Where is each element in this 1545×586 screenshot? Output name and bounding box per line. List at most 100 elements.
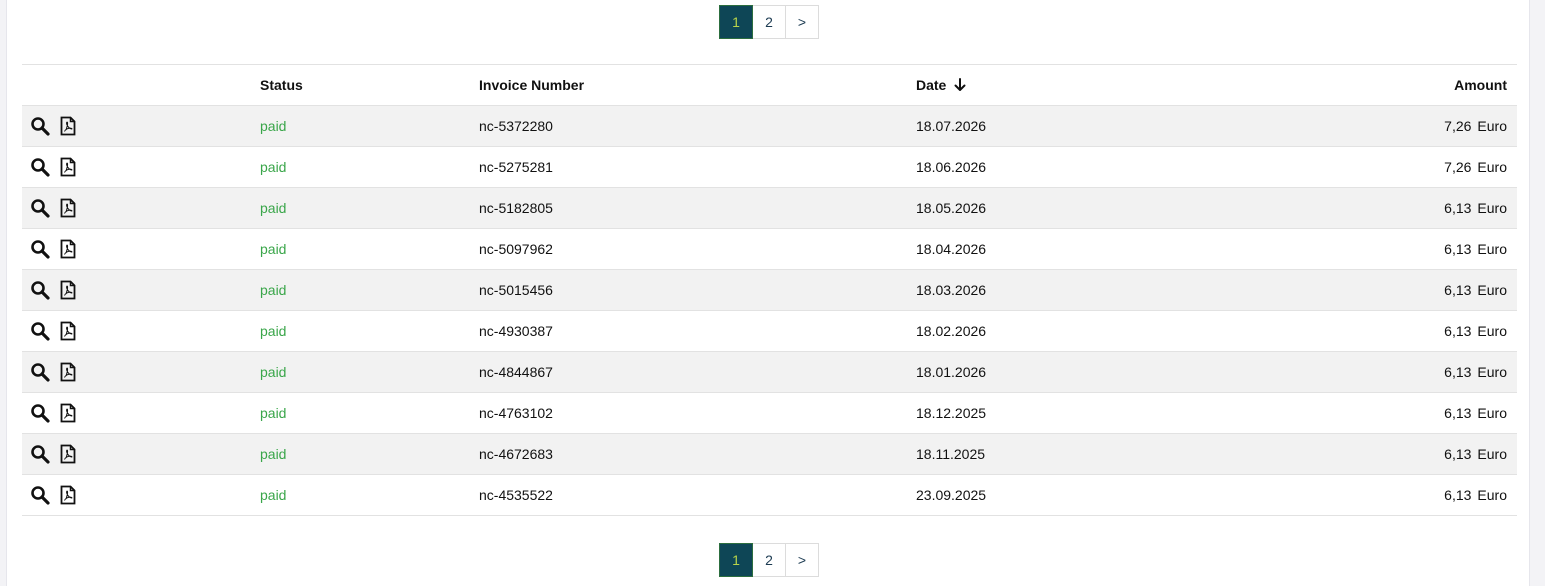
pagination-top: 1 2 > — [719, 5, 819, 39]
row-actions — [30, 321, 78, 341]
invoice-number: nc-5372280 — [479, 118, 553, 134]
amount-value: 7,26 — [1444, 118, 1472, 134]
amount-value: 6,13 — [1444, 241, 1472, 257]
amount-value: 6,13 — [1444, 200, 1472, 216]
pdf-file-icon[interactable] — [58, 485, 78, 505]
table-header: Status Invoice Number Date Amount — [22, 65, 1517, 106]
amount-value: 7,26 — [1444, 159, 1472, 175]
invoice-amount: 7,26 Euro — [1444, 159, 1507, 175]
amount-currency: Euro — [1477, 487, 1507, 503]
invoice-number: nc-5097962 — [479, 241, 553, 257]
pdf-file-icon[interactable] — [58, 321, 78, 341]
invoice-table: Status Invoice Number Date Amount paid n… — [22, 64, 1517, 516]
row-actions — [30, 157, 78, 177]
invoice-amount: 6,13 Euro — [1444, 323, 1507, 339]
table-row: paid nc-5372280 18.07.2026 7,26 Euro — [22, 106, 1517, 147]
invoice-amount: 6,13 Euro — [1444, 364, 1507, 380]
header-status[interactable]: Status — [260, 77, 303, 93]
page-2-button[interactable]: 2 — [752, 543, 786, 577]
invoice-date: 18.01.2026 — [916, 364, 987, 380]
invoice-panel: 1 2 > Status Invoice Number Date Amount — [6, 0, 1530, 586]
next-page-button[interactable]: > — [785, 543, 819, 577]
amount-currency: Euro — [1477, 405, 1507, 421]
table-row: paid nc-4535522 23.09.2025 6,13 Euro — [22, 475, 1517, 516]
status-badge: paid — [260, 364, 287, 380]
table-row: paid nc-5182805 18.05.2026 6,13 Euro — [22, 188, 1517, 229]
status-badge: paid — [260, 200, 287, 216]
invoice-number: nc-4930387 — [479, 323, 553, 339]
invoice-amount: 6,13 Euro — [1444, 282, 1507, 298]
search-icon[interactable] — [30, 198, 50, 218]
amount-value: 6,13 — [1444, 487, 1472, 503]
status-badge: paid — [260, 118, 287, 134]
invoice-number: nc-5182805 — [479, 200, 553, 216]
search-icon[interactable] — [30, 239, 50, 259]
search-icon[interactable] — [30, 280, 50, 300]
invoice-date: 18.04.2026 — [916, 241, 987, 257]
search-icon[interactable] — [30, 116, 50, 136]
invoice-number: nc-5015456 — [479, 282, 553, 298]
amount-currency: Euro — [1477, 118, 1507, 134]
pdf-file-icon[interactable] — [58, 362, 78, 382]
status-badge: paid — [260, 282, 287, 298]
invoice-amount: 6,13 Euro — [1444, 405, 1507, 421]
pdf-file-icon[interactable] — [58, 198, 78, 218]
amount-currency: Euro — [1477, 446, 1507, 462]
invoice-number: nc-4844867 — [479, 364, 553, 380]
row-actions — [30, 116, 78, 136]
search-icon[interactable] — [30, 485, 50, 505]
amount-currency: Euro — [1477, 323, 1507, 339]
invoice-date: 18.12.2025 — [916, 405, 987, 421]
page-1-button[interactable]: 1 — [719, 543, 753, 577]
invoice-amount: 6,13 Euro — [1444, 487, 1507, 503]
amount-currency: Euro — [1477, 282, 1507, 298]
amount-value: 6,13 — [1444, 323, 1472, 339]
invoice-amount: 6,13 Euro — [1444, 200, 1507, 216]
pdf-file-icon[interactable] — [58, 157, 78, 177]
table-row: paid nc-4844867 18.01.2026 6,13 Euro — [22, 352, 1517, 393]
header-amount[interactable]: Amount — [1454, 77, 1507, 93]
search-icon[interactable] — [30, 362, 50, 382]
table-row: paid nc-4763102 18.12.2025 6,13 Euro — [22, 393, 1517, 434]
search-icon[interactable] — [30, 157, 50, 177]
pdf-file-icon[interactable] — [58, 280, 78, 300]
header-date-label: Date — [916, 77, 947, 93]
header-date[interactable]: Date — [916, 77, 966, 95]
invoice-number: nc-4535522 — [479, 487, 553, 503]
row-actions — [30, 198, 78, 218]
invoice-date: 18.03.2026 — [916, 282, 987, 298]
table-row: paid nc-5275281 18.06.2026 7,26 Euro — [22, 147, 1517, 188]
status-badge: paid — [260, 405, 287, 421]
pdf-file-icon[interactable] — [58, 116, 78, 136]
next-page-button[interactable]: > — [785, 5, 819, 39]
invoice-amount: 6,13 Euro — [1444, 241, 1507, 257]
page-2-button[interactable]: 2 — [752, 5, 786, 39]
invoice-amount: 7,26 Euro — [1444, 118, 1507, 134]
pagination-bottom: 1 2 > — [719, 543, 819, 577]
row-actions — [30, 485, 78, 505]
invoice-date: 18.11.2025 — [916, 446, 986, 462]
table-body: paid nc-5372280 18.07.2026 7,26 Euro paid — [22, 106, 1517, 516]
invoice-amount: 6,13 Euro — [1444, 446, 1507, 462]
header-invoice-number[interactable]: Invoice Number — [479, 77, 584, 93]
search-icon[interactable] — [30, 444, 50, 464]
row-actions — [30, 403, 78, 423]
row-actions — [30, 280, 78, 300]
amount-value: 6,13 — [1444, 405, 1472, 421]
pdf-file-icon[interactable] — [58, 403, 78, 423]
search-icon[interactable] — [30, 403, 50, 423]
row-actions — [30, 239, 78, 259]
row-actions — [30, 362, 78, 382]
status-badge: paid — [260, 323, 287, 339]
pdf-file-icon[interactable] — [58, 444, 78, 464]
status-badge: paid — [260, 241, 287, 257]
table-row: paid nc-5015456 18.03.2026 6,13 Euro — [22, 270, 1517, 311]
search-icon[interactable] — [30, 321, 50, 341]
status-badge: paid — [260, 446, 287, 462]
pdf-file-icon[interactable] — [58, 239, 78, 259]
row-actions — [30, 444, 78, 464]
page-1-button[interactable]: 1 — [719, 5, 753, 39]
invoice-date: 23.09.2025 — [916, 487, 987, 503]
amount-currency: Euro — [1477, 159, 1507, 175]
status-badge: paid — [260, 159, 287, 175]
